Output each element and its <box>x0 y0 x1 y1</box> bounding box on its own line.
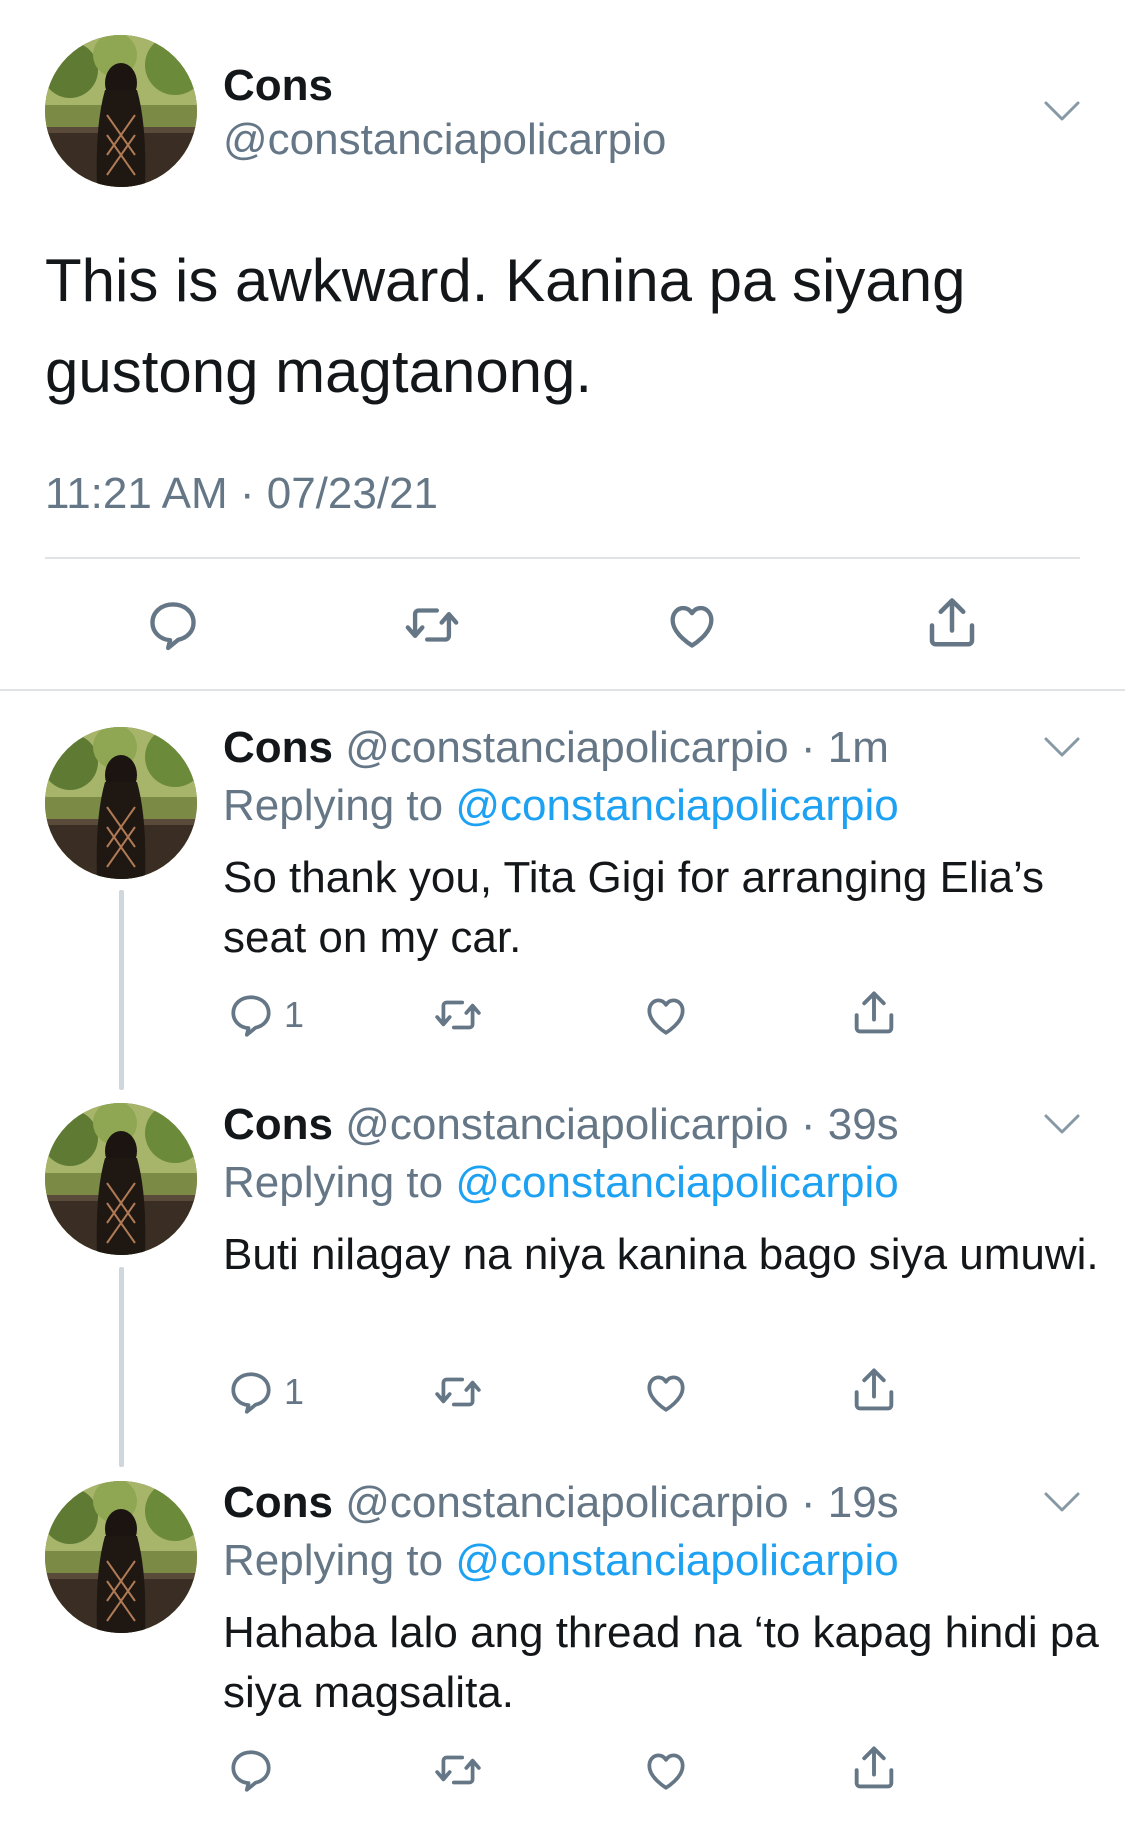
share-icon <box>848 1741 900 1795</box>
chevron-down-icon[interactable] <box>1042 1488 1082 1516</box>
divider <box>45 557 1080 559</box>
reply-icon <box>226 1367 276 1417</box>
reply-button[interactable]: 1 <box>226 1367 304 1417</box>
replying-to: Replying to @constanciapolicarpio <box>223 1535 899 1587</box>
share-button[interactable] <box>848 986 900 1040</box>
mention-link[interactable]: @constanciapolicarpio <box>455 781 898 830</box>
like-button[interactable] <box>662 596 722 654</box>
author-handle[interactable]: @constanciapolicarpio <box>345 1478 788 1527</box>
retweet-button[interactable] <box>430 1367 486 1417</box>
like-icon <box>640 1367 692 1417</box>
separator: · <box>800 723 816 772</box>
reply-button[interactable] <box>226 1745 284 1795</box>
profile-photo-icon <box>45 35 197 187</box>
author-handle[interactable]: @constanciapolicarpio <box>345 723 788 772</box>
retweet-button[interactable] <box>430 990 486 1040</box>
reply-text: Hahaba lalo ang thread na ‘to kapag hind… <box>223 1608 1099 1717</box>
reply-count: 1 <box>284 1371 305 1412</box>
retweet-button[interactable] <box>400 596 464 654</box>
thread-connector <box>119 1267 124 1467</box>
reply-time[interactable]: 1m <box>828 723 889 772</box>
like-icon <box>640 1745 692 1795</box>
share-icon <box>848 986 900 1040</box>
mention-link[interactable]: @constanciapolicarpio <box>455 1536 898 1585</box>
share-button[interactable] <box>848 1741 900 1795</box>
chevron-down-icon[interactable] <box>1042 97 1082 125</box>
thread-connector <box>119 890 124 1090</box>
author-name[interactable]: Cons <box>223 1478 333 1527</box>
reply-time[interactable]: 39s <box>828 1100 899 1149</box>
profile-photo-icon <box>45 727 197 879</box>
share-icon <box>922 592 982 654</box>
reply-button[interactable]: 1 <box>226 990 304 1040</box>
like-icon <box>640 990 692 1040</box>
share-icon <box>848 1363 900 1417</box>
replying-label: Replying to <box>223 1536 444 1585</box>
avatar[interactable] <box>45 1103 197 1255</box>
separator: · <box>800 1478 816 1527</box>
reply-text: So thank you, Tita Gigi for arranging El… <box>223 853 1044 962</box>
avatar[interactable] <box>45 1481 197 1633</box>
reply-icon <box>144 596 202 654</box>
section-divider <box>0 689 1125 691</box>
retweet-button[interactable] <box>430 1745 486 1795</box>
replying-to: Replying to @constanciapolicarpio <box>223 780 899 832</box>
reply-header[interactable]: Cons @constanciapolicarpio · 39s <box>223 1099 899 1151</box>
like-button[interactable] <box>640 1745 692 1795</box>
author-name[interactable]: Cons <box>223 1100 333 1149</box>
share-button[interactable] <box>848 1363 900 1417</box>
author-handle[interactable]: @constanciapolicarpio <box>345 1100 788 1149</box>
author-name[interactable]: Cons <box>223 60 333 112</box>
profile-photo-icon <box>45 1103 197 1255</box>
reply-header[interactable]: Cons @constanciapolicarpio · 1m <box>223 722 889 774</box>
replying-label: Replying to <box>223 1158 444 1207</box>
separator: · <box>800 1100 816 1149</box>
author-name[interactable]: Cons <box>223 723 333 772</box>
replying-label: Replying to <box>223 781 444 830</box>
replying-to: Replying to @constanciapolicarpio <box>223 1157 899 1209</box>
tweet-timestamp[interactable]: 11:21 AM · 07/23/21 <box>45 468 438 520</box>
mention-link[interactable]: @constanciapolicarpio <box>455 1158 898 1207</box>
like-icon <box>662 596 722 654</box>
reply-time[interactable]: 19s <box>828 1478 899 1527</box>
reply-icon <box>226 990 276 1040</box>
retweet-icon <box>430 990 486 1040</box>
like-button[interactable] <box>640 990 692 1040</box>
author-handle[interactable]: @constanciapolicarpio <box>223 114 666 166</box>
retweet-icon <box>400 596 464 654</box>
chevron-down-icon[interactable] <box>1042 1110 1082 1138</box>
avatar[interactable] <box>45 35 197 187</box>
reply-button[interactable] <box>144 596 202 654</box>
like-button[interactable] <box>640 1367 692 1417</box>
tweet-text: This is awkward. Kanina pa siyang guston… <box>45 247 966 405</box>
reply-header[interactable]: Cons @constanciapolicarpio · 19s <box>223 1477 899 1529</box>
reply-text: Buti nilagay na niya kanina bago siya um… <box>223 1230 1099 1279</box>
avatar[interactable] <box>45 727 197 879</box>
reply-icon <box>226 1745 276 1795</box>
retweet-icon <box>430 1745 486 1795</box>
share-button[interactable] <box>922 592 982 654</box>
reply-count: 1 <box>284 994 305 1035</box>
chevron-down-icon[interactable] <box>1042 733 1082 761</box>
retweet-icon <box>430 1367 486 1417</box>
profile-photo-icon <box>45 1481 197 1633</box>
